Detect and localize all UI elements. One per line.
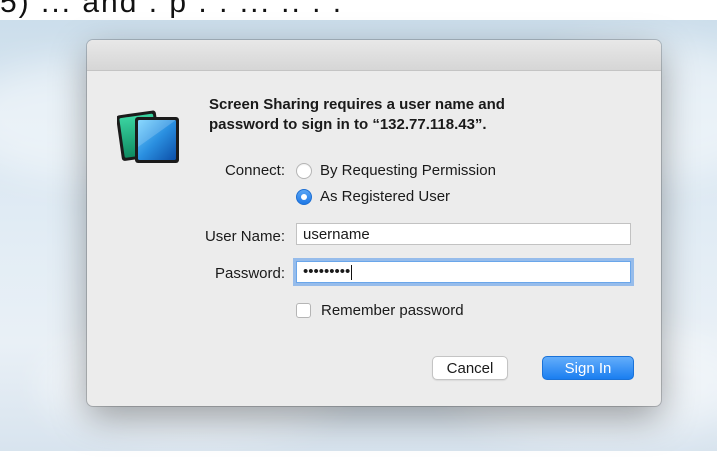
bottom-edge-strip — [0, 451, 717, 457]
connect-label: Connect: — [224, 162, 285, 179]
checkbox-icon[interactable] — [296, 303, 311, 318]
sign-in-button[interactable]: Sign In — [542, 356, 634, 380]
message-line-2: password to sign in to “132.77.118.43”. — [209, 116, 487, 133]
desktop-background: 5) ... and . p . . ... .. . . Screen Sha… — [0, 0, 717, 457]
radio-label[interactable]: By Requesting Permission — [320, 162, 496, 179]
cropped-text-strip: 5) ... and . p . . ... .. . . — [0, 0, 717, 20]
radio-off-icon[interactable] — [296, 162, 312, 179]
username-label: User Name: — [204, 228, 285, 245]
radio-requesting-permission[interactable]: By Requesting Permission — [296, 162, 496, 179]
radio-label[interactable]: As Registered User — [320, 188, 450, 205]
dialog-titlebar[interactable] — [87, 40, 661, 71]
screen-sharing-icon — [117, 110, 179, 163]
password-value[interactable]: ••••••••• — [303, 262, 350, 282]
remember-password-checkbox[interactable]: Remember password — [296, 302, 464, 319]
sign-in-dialog: Screen Sharing requires a user name and … — [87, 40, 661, 406]
password-label: Password: — [214, 265, 285, 282]
message-line-1: Screen Sharing requires a user name and — [209, 96, 505, 113]
radio-on-icon[interactable] — [296, 188, 312, 205]
cropped-text: 5) ... and . p . . ... .. . . — [0, 0, 344, 19]
remember-password-label[interactable]: Remember password — [321, 302, 464, 319]
password-field[interactable]: ••••••••• — [296, 261, 631, 283]
username-field[interactable] — [296, 223, 631, 245]
radio-registered-user[interactable]: As Registered User — [296, 188, 450, 205]
text-caret — [351, 264, 353, 280]
dialog-message: Screen Sharing requires a user name and … — [209, 95, 629, 135]
cancel-button[interactable]: Cancel — [432, 356, 508, 380]
